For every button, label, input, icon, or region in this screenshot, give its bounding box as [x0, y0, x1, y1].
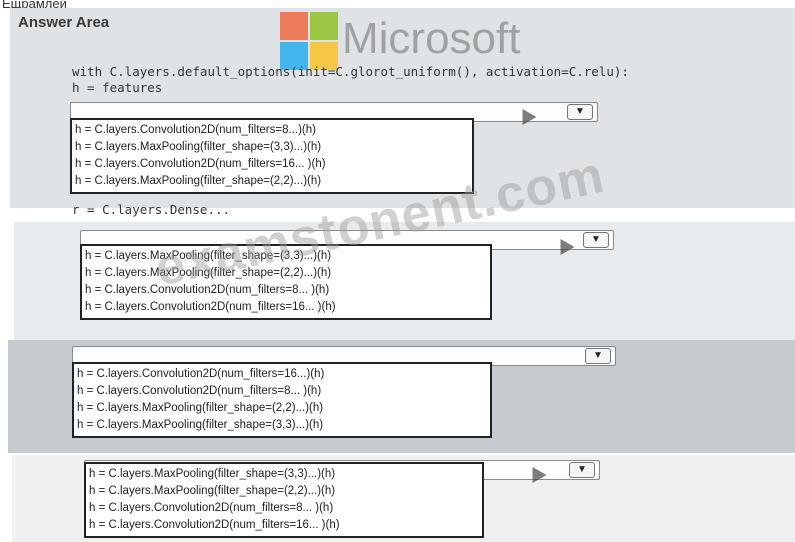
chevron-down-icon[interactable]: ▼ [567, 104, 593, 120]
dropdown-option[interactable]: h = C.layers.MaxPooling(filter_shape=(2,… [77, 400, 487, 417]
microsoft-logo-icon [280, 12, 340, 72]
dropdown-1-options: h = C.layers.Convolution2D(num_filters=8… [70, 118, 474, 194]
dropdown-option[interactable]: h = C.layers.Convolution2D(num_filters=1… [77, 366, 487, 383]
dropdown-option[interactable]: h = C.layers.Convolution2D(num_filters=1… [85, 299, 487, 316]
dropdown-option[interactable]: h = C.layers.MaxPooling(filter_shape=(3,… [89, 466, 479, 483]
dropdown-3-options: h = C.layers.Convolution2D(num_filters=1… [72, 362, 492, 438]
chevron-down-icon[interactable]: ▼ [569, 462, 595, 478]
code-dense-line: r = C.layers.Dense... [72, 202, 231, 217]
chevron-down-icon[interactable]: ▼ [583, 232, 609, 248]
dropdown-option[interactable]: h = C.layers.Convolution2D(num_filters=8… [75, 122, 469, 139]
answer-area-title: Answer Area [18, 14, 110, 31]
microsoft-watermark-text: Microsoft [342, 14, 521, 63]
dropdown-option[interactable]: h = C.layers.Convolution2D(num_filters=8… [77, 383, 487, 400]
dropdown-option[interactable]: h = C.layers.MaxPooling(filter_shape=(2,… [89, 483, 479, 500]
dropdown-4-options: h = C.layers.MaxPooling(filter_shape=(3,… [84, 462, 484, 538]
code-with-line: with C.layers.default_options(init=C.glo… [72, 64, 629, 79]
dropdown-option[interactable]: h = C.layers.Convolution2D(num_filters=8… [89, 500, 479, 517]
dropdown-option[interactable]: h = C.layers.MaxPooling(filter_shape=(3,… [75, 139, 469, 156]
dropdown-option[interactable]: h = C.layers.Convolution2D(num_filters=1… [75, 156, 469, 173]
dropdown-option[interactable]: h = C.layers.Convolution2D(num_filters=1… [89, 517, 479, 534]
dropdown-option[interactable]: h = C.layers.MaxPooling(filter_shape=(3,… [77, 417, 487, 434]
chevron-down-icon[interactable]: ▼ [585, 348, 611, 364]
dropdown-option[interactable]: h = C.layers.Convolution2D(num_filters=8… [85, 282, 487, 299]
code-features-line: h = features [72, 80, 163, 95]
